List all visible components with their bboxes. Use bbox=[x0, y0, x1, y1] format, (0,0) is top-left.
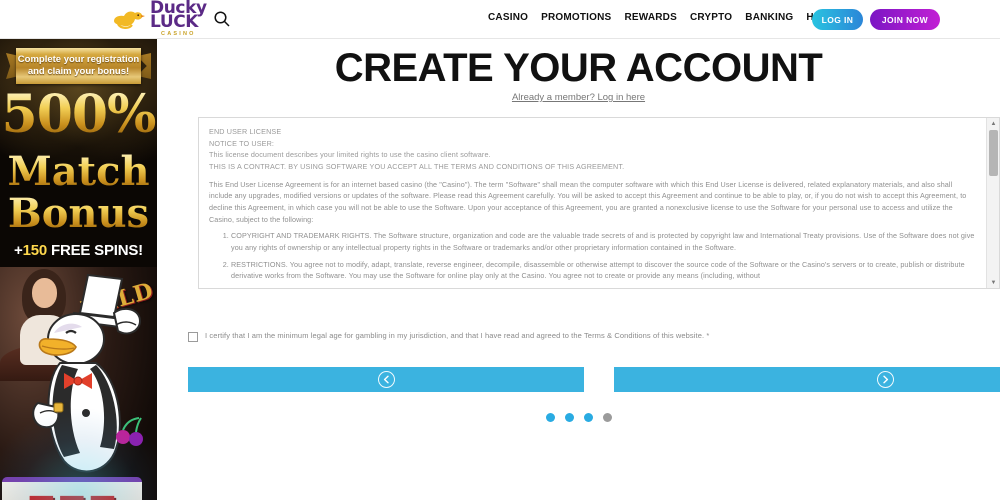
age-consent-checkbox[interactable] bbox=[188, 332, 198, 342]
chevron-left-icon bbox=[377, 371, 395, 388]
promo-percent: 500% bbox=[1, 84, 157, 145]
search-icon[interactable] bbox=[213, 10, 231, 28]
previous-step-button[interactable] bbox=[188, 367, 584, 392]
ribbon-line-2: and claim your bonus! bbox=[27, 66, 130, 77]
pager-dot-2[interactable] bbox=[564, 413, 574, 422]
promo-bonus-word: Bonus bbox=[0, 194, 157, 234]
license-scrollbar[interactable]: ▲ ▼ bbox=[986, 118, 999, 288]
duck-logo-icon bbox=[110, 6, 146, 32]
free-spins-count: 150 bbox=[22, 242, 48, 259]
log-in-button[interactable]: LOG IN bbox=[812, 9, 863, 30]
page-root: Ducky LUCK CASINO CASINO PROMOTIONS REWA… bbox=[0, 0, 1000, 500]
license-line-3: This license document describes your lim… bbox=[209, 150, 491, 160]
license-text-body: END USER LICENSE NOTICE TO USER: This li… bbox=[199, 118, 987, 288]
main-navigation: CASINO PROMOTIONS REWARDS CRYPTO BANKING… bbox=[488, 12, 834, 23]
logo-subtitle: CASINO bbox=[161, 30, 196, 37]
license-notice: NOTICE TO USER: bbox=[209, 138, 275, 148]
promo-free-spins: +150 FREE SPINS! bbox=[0, 242, 157, 259]
pager-dot-3[interactable] bbox=[583, 413, 593, 422]
site-header: Ducky LUCK CASINO CASINO PROMOTIONS REWA… bbox=[0, 0, 1000, 39]
logo-line-2: LUCK bbox=[150, 11, 199, 32]
pager-dot-4[interactable] bbox=[602, 413, 612, 422]
nav-item-promotions[interactable]: PROMOTIONS bbox=[541, 12, 611, 23]
pager-dot-1[interactable] bbox=[545, 413, 555, 422]
main-content: CREATE YOUR ACCOUNT Already a member? Lo… bbox=[157, 39, 1000, 500]
scrollbar-thumb[interactable] bbox=[989, 130, 998, 176]
nav-item-crypto[interactable]: CRYPTO bbox=[690, 12, 732, 23]
site-logo[interactable]: Ducky LUCK CASINO bbox=[110, 0, 207, 37]
promo-artwork: WILD bbox=[0, 267, 157, 500]
license-agreement-box[interactable]: END USER LICENSE NOTICE TO USER: This li… bbox=[198, 117, 1000, 289]
chevron-right-icon bbox=[877, 371, 894, 388]
free-spins-plus: + bbox=[14, 242, 23, 259]
license-paragraph: This End User License Agreement is for a… bbox=[209, 179, 967, 224]
nav-item-banking[interactable]: BANKING bbox=[745, 12, 793, 23]
artwork-glow bbox=[0, 409, 157, 500]
scroll-down-arrow-icon[interactable]: ▼ bbox=[987, 277, 999, 288]
page-title: CREATE YOUR ACCOUNT bbox=[334, 46, 823, 90]
promo-ribbon: Complete your registration and claim you… bbox=[6, 48, 151, 84]
login-here-link[interactable]: Already a member? Log in here bbox=[157, 92, 1000, 103]
promo-banner[interactable]: Complete your registration and claim you… bbox=[0, 39, 157, 500]
logo-text: Ducky LUCK CASINO bbox=[150, 0, 207, 37]
step-pagination bbox=[157, 413, 1000, 422]
ribbon-line-1: Complete your registration bbox=[17, 53, 140, 65]
license-clause-copyright: COPYRIGHT AND TRADEMARK RIGHTS. The Soft… bbox=[231, 230, 977, 253]
join-now-button[interactable]: JOIN NOW bbox=[870, 9, 940, 30]
age-consent-label: I certify that I am the minimum legal ag… bbox=[205, 331, 710, 340]
ribbon-body: Complete your registration and claim you… bbox=[16, 48, 141, 84]
next-step-button[interactable] bbox=[614, 367, 1000, 392]
age-consent-row: I certify that I am the minimum legal ag… bbox=[188, 331, 709, 342]
nav-item-rewards[interactable]: REWARDS bbox=[624, 12, 677, 23]
license-heading: END USER LICENSE bbox=[209, 127, 282, 136]
free-spins-label: FREE SPINS! bbox=[47, 242, 143, 259]
promo-match-word: Match bbox=[0, 152, 157, 192]
license-clause-list: COPYRIGHT AND TRADEMARK RIGHTS. The Soft… bbox=[231, 230, 977, 282]
scroll-up-arrow-icon[interactable]: ▲ bbox=[987, 118, 999, 129]
header-actions: LOG IN JOIN NOW bbox=[812, 9, 940, 30]
license-line-4: THIS IS A CONTRACT. BY USING SOFTWARE YO… bbox=[209, 161, 625, 171]
nav-item-casino[interactable]: CASINO bbox=[488, 12, 528, 23]
license-clause-restrictions: RESTRICTIONS. You agree not to modify, a… bbox=[231, 259, 977, 282]
